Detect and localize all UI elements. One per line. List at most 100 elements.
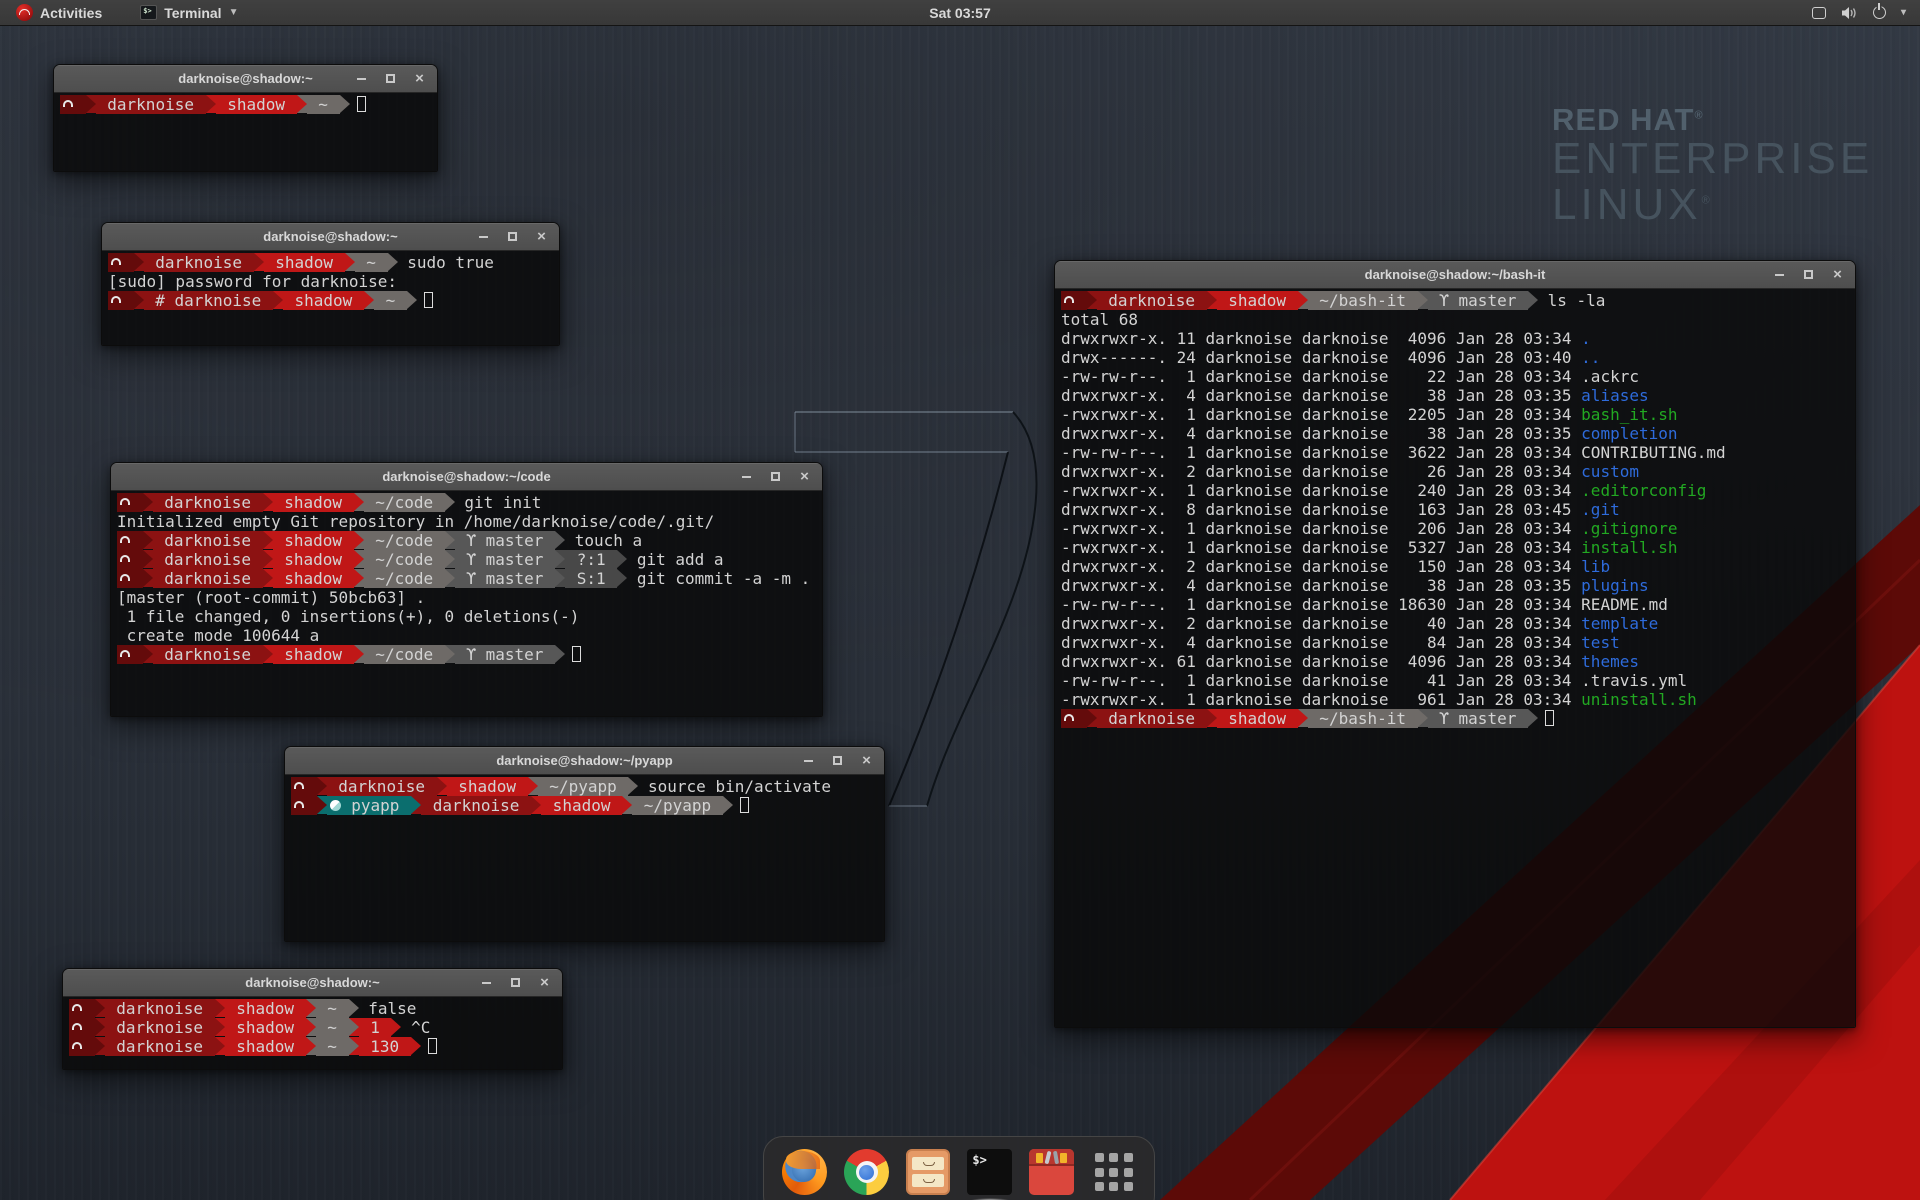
maximize-button[interactable] (825, 751, 850, 771)
powerline-arrow-icon (254, 253, 264, 271)
terminal-text: -rwxrwxr-x. 1 darknoise darknoise 206 Ja… (1061, 519, 1581, 538)
terminal-line: darknoise shadow ~ 1 ^C (69, 1018, 556, 1037)
prompt-segment: darknoise (153, 493, 263, 512)
minimize-button[interactable] (1767, 265, 1792, 285)
prompt-segment: darknoise (105, 1018, 215, 1037)
prompt-segment: ?:1 (565, 550, 617, 569)
powerline-arrow-icon (215, 999, 225, 1017)
terminal-text: .gitignore (1581, 519, 1677, 538)
maximize-button[interactable] (500, 227, 525, 247)
chevron-down-icon: ▾ (1901, 7, 1906, 18)
terminal-content[interactable]: darknoise shadow ~ sudo true[sudo] passw… (102, 251, 559, 345)
powerline-arrow-icon (1087, 709, 1097, 727)
terminal-line: -rwxrwxr-x. 1 darknoise darknoise 5327 J… (1061, 538, 1849, 557)
minimize-button[interactable] (734, 467, 759, 487)
terminal-icon[interactable]: $> (967, 1149, 1012, 1195)
terminal-text: -rwxrwxr-x. 1 darknoise darknoise 2205 J… (1061, 405, 1581, 424)
window-titlebar[interactable]: darknoise@shadow:~/bash-it× (1055, 261, 1855, 289)
terminal-line: drwxrwxr-x. 8 darknoise darknoise 163 Ja… (1061, 500, 1849, 519)
prompt-segment: darknoise (96, 95, 206, 114)
close-button[interactable]: × (532, 973, 557, 993)
terminal-text: drwxrwxr-x. 4 darknoise darknoise 38 Jan… (1061, 424, 1581, 443)
maximize-button[interactable] (378, 69, 403, 89)
redhat-icon (72, 1004, 82, 1011)
terminal-line: drwxrwxr-x. 4 darknoise darknoise 84 Jan… (1061, 633, 1849, 652)
terminal-text: README.md (1581, 595, 1668, 614)
prompt-segment (1061, 291, 1087, 310)
terminal-cursor (1545, 710, 1554, 726)
close-button[interactable]: × (854, 751, 879, 771)
powerline-arrow-icon (411, 796, 421, 814)
powerline-arrow-icon (95, 1037, 105, 1055)
window-titlebar[interactable]: darknoise@shadow:~/code× (111, 463, 822, 491)
terminal-line: darknoise shadow ~ 130 (69, 1037, 556, 1056)
maximize-button[interactable] (1796, 265, 1821, 285)
powerline-arrow-icon (134, 253, 144, 271)
powerline-arrow-icon (349, 1037, 359, 1055)
terminal-line: darknoise shadow ~ false (69, 999, 556, 1018)
system-status-area[interactable]: ▾ (1812, 6, 1920, 20)
redhat-icon (111, 258, 121, 265)
terminal-text: git commit -a -m . (627, 569, 810, 588)
app-grid-icon[interactable] (1091, 1149, 1136, 1195)
terminal-content[interactable]: darknoise shadow ~ (54, 93, 437, 171)
minimize-button[interactable] (796, 751, 821, 771)
window-titlebar[interactable]: darknoise@shadow:~× (102, 223, 559, 251)
powerline-arrow-icon (628, 777, 638, 795)
terminal-text: .editorconfig (1581, 481, 1706, 500)
prompt-segment (117, 531, 143, 550)
toolbox-icon[interactable] (1029, 1149, 1074, 1195)
prompt-segment: shadow (447, 777, 528, 796)
powerline-arrow-icon (349, 999, 359, 1017)
prompt-segment: ϒ master (455, 531, 555, 550)
minimize-button[interactable] (349, 69, 374, 89)
minimize-button[interactable] (474, 973, 499, 993)
terminal-window: darknoise@shadow:~× darknoise shadow ~ (53, 64, 438, 172)
window-titlebar[interactable]: darknoise@shadow:~/pyapp× (285, 747, 884, 775)
file-manager-icon[interactable] (906, 1149, 951, 1195)
terminal-line: darknoise shadow ~/code ϒ master touch a (117, 531, 816, 550)
prompt-segment: shadow (264, 253, 345, 272)
terminal-content[interactable]: darknoise shadow ~/code git initInitiali… (111, 491, 822, 716)
terminal-line: Initialized empty Git repository in /hom… (117, 512, 816, 531)
close-button[interactable]: × (792, 467, 817, 487)
chrome-icon[interactable] (844, 1149, 889, 1195)
terminal-text: 1 file changed, 0 insertions(+), 0 delet… (117, 607, 579, 626)
maximize-button[interactable] (503, 973, 528, 993)
redhat-icon (72, 1023, 82, 1030)
terminal-text: .git (1581, 500, 1620, 519)
powerline-arrow-icon (354, 531, 364, 549)
terminal-text: git init (455, 493, 542, 512)
window-titlebar[interactable]: darknoise@shadow:~× (54, 65, 437, 93)
terminal-line: darknoise shadow ~ (60, 95, 431, 114)
close-button[interactable]: × (407, 69, 432, 89)
redhat-icon (1064, 296, 1074, 303)
powerline-arrow-icon (354, 550, 364, 568)
top-bar: Activities $> Terminal ▼ Sat 03:57 ▾ (0, 0, 1920, 26)
powerline-arrow-icon (364, 291, 374, 309)
powerline-arrow-icon (134, 291, 144, 309)
close-button[interactable]: × (529, 227, 554, 247)
redhat-icon (120, 498, 130, 505)
redhat-icon (111, 296, 121, 303)
terminal-text: -rw-rw-r--. 1 darknoise darknoise 3622 J… (1061, 443, 1581, 462)
terminal-text: .. (1581, 348, 1600, 367)
terminal-content[interactable]: darknoise shadow ~ false darknoise shado… (63, 997, 562, 1069)
app-menu-terminal[interactable]: $> Terminal ▼ (134, 0, 244, 26)
terminal-text: bash_it.sh (1581, 405, 1677, 424)
maximize-button[interactable] (763, 467, 788, 487)
terminal-text: test (1581, 633, 1620, 652)
minimize-button[interactable] (471, 227, 496, 247)
activities-button[interactable]: Activities (10, 0, 108, 26)
prompt-segment: shadow (283, 291, 364, 310)
close-button[interactable]: × (1825, 265, 1850, 285)
terminal-window: darknoise@shadow:~× darknoise shadow ~ s… (101, 222, 560, 346)
firefox-icon[interactable] (782, 1149, 827, 1195)
terminal-content[interactable]: darknoise shadow ~/pyapp source bin/acti… (285, 775, 884, 941)
tool-graphic (1053, 1151, 1059, 1164)
terminal-content[interactable]: darknoise shadow ~/bash-it ϒ master ls -… (1055, 289, 1855, 1027)
prompt-segment: shadow (1217, 709, 1298, 728)
window-titlebar[interactable]: darknoise@shadow:~× (63, 969, 562, 997)
clock-text[interactable]: Sat 03:57 (929, 5, 990, 21)
prompt-segment: darknoise (153, 569, 263, 588)
